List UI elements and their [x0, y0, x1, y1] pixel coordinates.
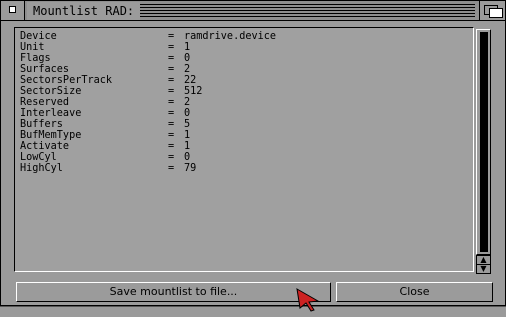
listview-scrollbar[interactable]: ▲ ▼ — [475, 27, 492, 274]
mountlist-value: 1 — [184, 130, 191, 141]
window-titlebar[interactable]: Mountlist RAD: — [1, 1, 505, 21]
mountlist-value: 22 — [184, 75, 197, 86]
mountlist-row: SectorsPerTrack = 22 — [20, 75, 276, 86]
mountlist-value: 5 — [184, 119, 191, 130]
mountlist-row: HighCyl = 79 — [20, 163, 276, 174]
equals-sign: = — [168, 31, 175, 42]
mountlist-row: Activate = 1 — [20, 141, 276, 152]
mountlist-row: Unit = 1 — [20, 42, 276, 53]
mountlist-value: 79 — [184, 163, 197, 174]
mountlist-key: Unit — [20, 42, 45, 53]
mountlist-key: HighCyl — [20, 163, 63, 174]
mountlist-key: BufMemType — [20, 130, 82, 141]
equals-sign: = — [168, 163, 175, 174]
mountlist-value: 512 — [184, 86, 203, 97]
mountlist-row: BufMemType = 1 — [20, 130, 276, 141]
mountlist-entries: Device = ramdrive.device Unit = 1 Flags = 0 Surfa… — [20, 31, 276, 174]
mountlist-value: 2 — [184, 97, 191, 108]
mountlist-row: Interleave = 0 — [20, 108, 276, 119]
mountlist-key: LowCyl — [20, 152, 57, 163]
window-close-gadget[interactable] — [1, 1, 25, 20]
arrow-up-icon: ▲ — [480, 255, 487, 264]
mountlist-value: 2 — [184, 64, 191, 75]
mountlist-row: SectorSize = 512 — [20, 86, 276, 97]
window-depth-gadget[interactable] — [479, 1, 505, 20]
mountlist-key: Device — [20, 31, 57, 42]
mountlist-row: Flags = 0 — [20, 53, 276, 64]
mountlist-key: Interleave — [20, 108, 82, 119]
window-title: Mountlist RAD: — [27, 2, 141, 20]
close-icon — [9, 6, 16, 13]
scroll-knob[interactable] — [480, 32, 488, 252]
scroll-track[interactable] — [476, 29, 491, 255]
equals-sign: = — [168, 53, 175, 64]
mountlist-window: Mountlist RAD: Device = ramdrive.device Uni… — [0, 0, 506, 306]
equals-sign: = — [168, 152, 175, 163]
mountlist-key: Buffers — [20, 119, 63, 130]
mountlist-key: Surfaces — [20, 64, 70, 75]
mountlist-value: ramdrive.device — [184, 31, 277, 42]
desktop-background — [0, 306, 506, 317]
mouse-pointer-icon — [296, 288, 320, 312]
equals-sign: = — [168, 119, 175, 130]
save-mountlist-button[interactable]: Save mountlist to file... — [16, 282, 331, 302]
mountlist-key: SectorsPerTrack — [20, 75, 113, 86]
mountlist-listview[interactable]: Device = ramdrive.device Unit = 1 Flags = 0 Surfa… — [14, 27, 474, 272]
close-button[interactable]: Close — [336, 282, 493, 302]
mountlist-value: 1 — [184, 42, 191, 53]
mountlist-key: Reserved — [20, 97, 70, 108]
equals-sign: = — [168, 141, 175, 152]
equals-sign: = — [168, 108, 175, 119]
equals-sign: = — [168, 64, 175, 75]
mountlist-value: 0 — [184, 53, 191, 64]
mountlist-value: 0 — [184, 108, 191, 119]
equals-sign: = — [168, 86, 175, 97]
scroll-down-button[interactable]: ▼ — [476, 264, 491, 274]
mountlist-row: LowCyl = 0 — [20, 152, 276, 163]
mountlist-key: Flags — [20, 53, 51, 64]
mountlist-row: Reserved = 2 — [20, 97, 276, 108]
depth-front-icon — [489, 8, 503, 18]
mountlist-value: 0 — [184, 152, 191, 163]
equals-sign: = — [168, 97, 175, 108]
mountlist-key: Activate — [20, 141, 70, 152]
equals-sign: = — [168, 42, 175, 53]
mountlist-value: 1 — [184, 141, 191, 152]
mountlist-row: Device = ramdrive.device — [20, 31, 276, 42]
mountlist-key: SectorSize — [20, 86, 82, 97]
equals-sign: = — [168, 75, 175, 86]
mountlist-row: Surfaces = 2 — [20, 64, 276, 75]
arrow-down-icon: ▼ — [480, 264, 487, 273]
mountlist-row: Buffers = 5 — [20, 119, 276, 130]
equals-sign: = — [168, 130, 175, 141]
